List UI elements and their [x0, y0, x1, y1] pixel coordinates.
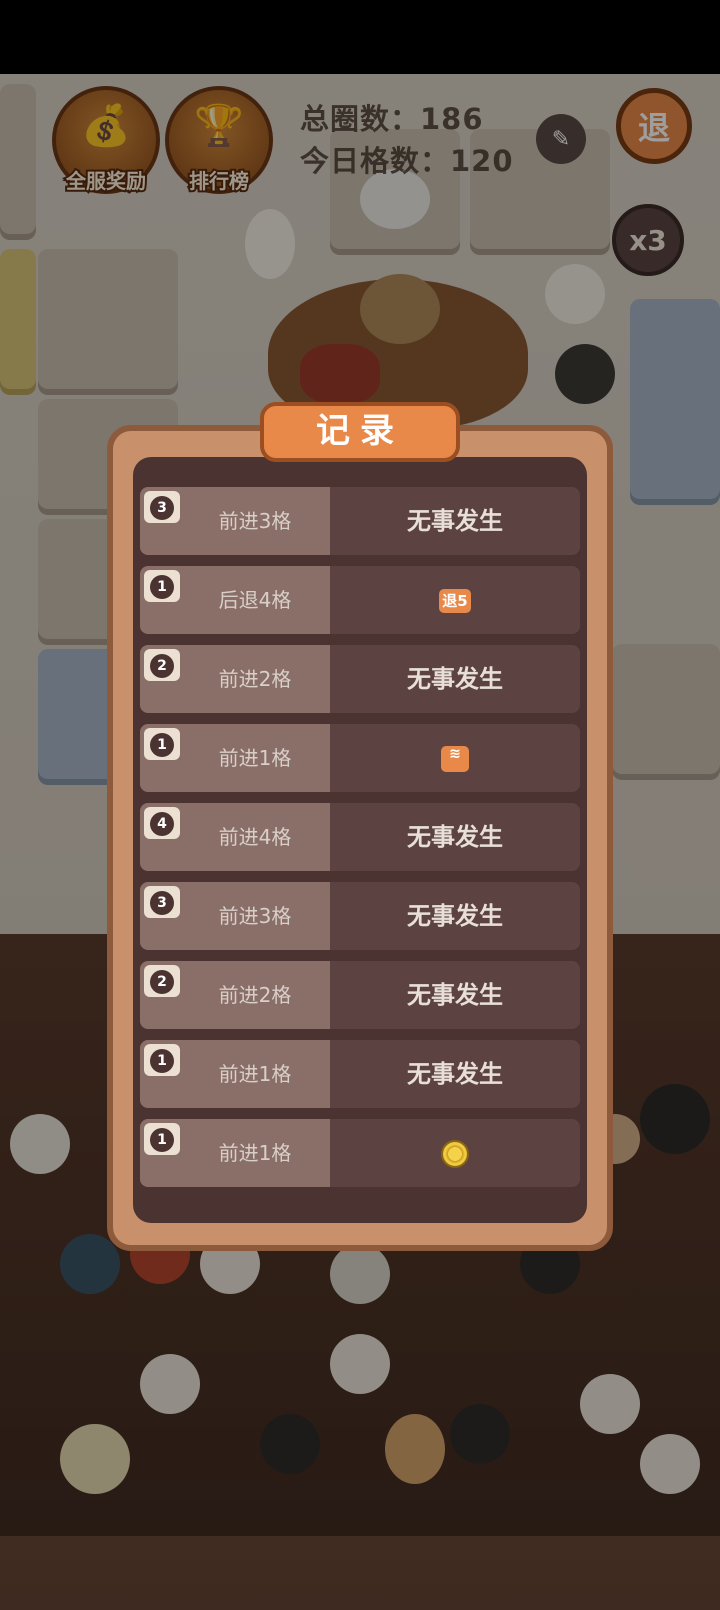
- record-step-text: 前进1格: [218, 1141, 292, 1165]
- retreat-label: 退: [637, 109, 670, 147]
- server-reward-label: 全服奖励: [64, 167, 148, 195]
- record-row: 1 前进1格: [140, 1119, 580, 1187]
- server-reward-button[interactable]: 💰 全服奖励: [52, 86, 160, 195]
- dice-value-badge: 1: [144, 570, 180, 602]
- board-tile: [630, 299, 720, 499]
- record-result: 无事发生: [407, 507, 503, 535]
- record-step-text: 前进2格: [218, 983, 292, 1007]
- record-row: 1 前进1格 无事发生: [140, 1040, 580, 1108]
- record-step-text: 前进1格: [218, 746, 292, 770]
- npc-character: [640, 1084, 710, 1154]
- dice-value-badge: 2: [144, 649, 180, 681]
- record-result: 无事发生: [407, 823, 503, 851]
- dice-value-badge: 1: [144, 1123, 180, 1155]
- dialog-title: 记录: [260, 402, 460, 462]
- record-row: 2 前进2格 无事发生: [140, 961, 580, 1029]
- status-bar: [0, 0, 720, 74]
- record-step-text: 前进1格: [218, 1062, 292, 1086]
- board-tile: [0, 249, 36, 389]
- treasure-icon: 💰: [81, 103, 131, 149]
- dice-value-badge: 2: [144, 965, 180, 997]
- retreat-button[interactable]: 退: [616, 88, 692, 164]
- bear-character: [360, 274, 440, 344]
- npc-character: [60, 1424, 130, 1494]
- dice-value-badge: 1: [144, 728, 180, 760]
- today-steps-text: 今日格数：120: [300, 144, 514, 178]
- record-step-text: 前进3格: [218, 904, 292, 928]
- record-row: 1 前进1格 ≋: [140, 724, 580, 792]
- retreat-badge-icon: 退5: [439, 589, 471, 613]
- record-row: 3 前进3格 无事发生: [140, 487, 580, 555]
- ranking-label: 排行榜: [187, 167, 251, 195]
- record-result: 无事发生: [407, 902, 503, 930]
- record-result: 无事发生: [407, 981, 503, 1009]
- npc-character: [10, 1114, 70, 1174]
- npc-fisher-character: [555, 344, 615, 404]
- multiplier-button[interactable]: x3: [612, 204, 684, 276]
- npc-character: [330, 1244, 390, 1304]
- record-result: 无事发生: [407, 665, 503, 693]
- record-row: 2 前进2格 无事发生: [140, 645, 580, 713]
- coin-icon: [441, 1140, 469, 1168]
- multiplier-label: x3: [629, 223, 667, 257]
- drum-icon: [300, 344, 380, 404]
- record-row: 3 前进3格 无事发生: [140, 882, 580, 950]
- npc-character: [580, 1374, 640, 1434]
- record-row: 1 后退4格 退5: [140, 566, 580, 634]
- board-tile: [612, 644, 720, 774]
- board-tile: [0, 84, 36, 234]
- npc-character: [260, 1414, 320, 1474]
- record-result: ≋: [330, 724, 580, 792]
- dice-value-badge: 4: [144, 807, 180, 839]
- total-laps-text: 总圈数：186: [300, 102, 484, 136]
- npc-character: [385, 1414, 445, 1484]
- npc-character: [60, 1234, 120, 1294]
- dice-value-badge: 1: [144, 1044, 180, 1076]
- ranking-button[interactable]: 🏆 排行榜: [165, 86, 273, 195]
- record-result: 无事发生: [407, 1060, 503, 1088]
- edit-icon[interactable]: ✎: [536, 114, 586, 164]
- player-duck-character: [245, 209, 295, 279]
- record-row: 4 前进4格 无事发生: [140, 803, 580, 871]
- npc-character: [640, 1434, 700, 1494]
- record-step-text: 前进2格: [218, 667, 292, 691]
- npc-character: [330, 1334, 390, 1394]
- npc-character: [450, 1404, 510, 1464]
- dice-value-badge: 3: [144, 491, 180, 523]
- record-step-text: 前进3格: [218, 509, 292, 533]
- wave-icon: ≋: [441, 746, 469, 772]
- npc-duck-character: [545, 264, 605, 324]
- record-step-text: 后退4格: [218, 588, 292, 612]
- dice-value-badge: 3: [144, 886, 180, 918]
- board-tile: [38, 249, 178, 389]
- record-result: [330, 1119, 580, 1187]
- ranking-figure-icon: 🏆: [194, 103, 244, 149]
- npc-character: [140, 1354, 200, 1414]
- record-step-text: 前进4格: [218, 825, 292, 849]
- record-result: 退5: [330, 566, 580, 634]
